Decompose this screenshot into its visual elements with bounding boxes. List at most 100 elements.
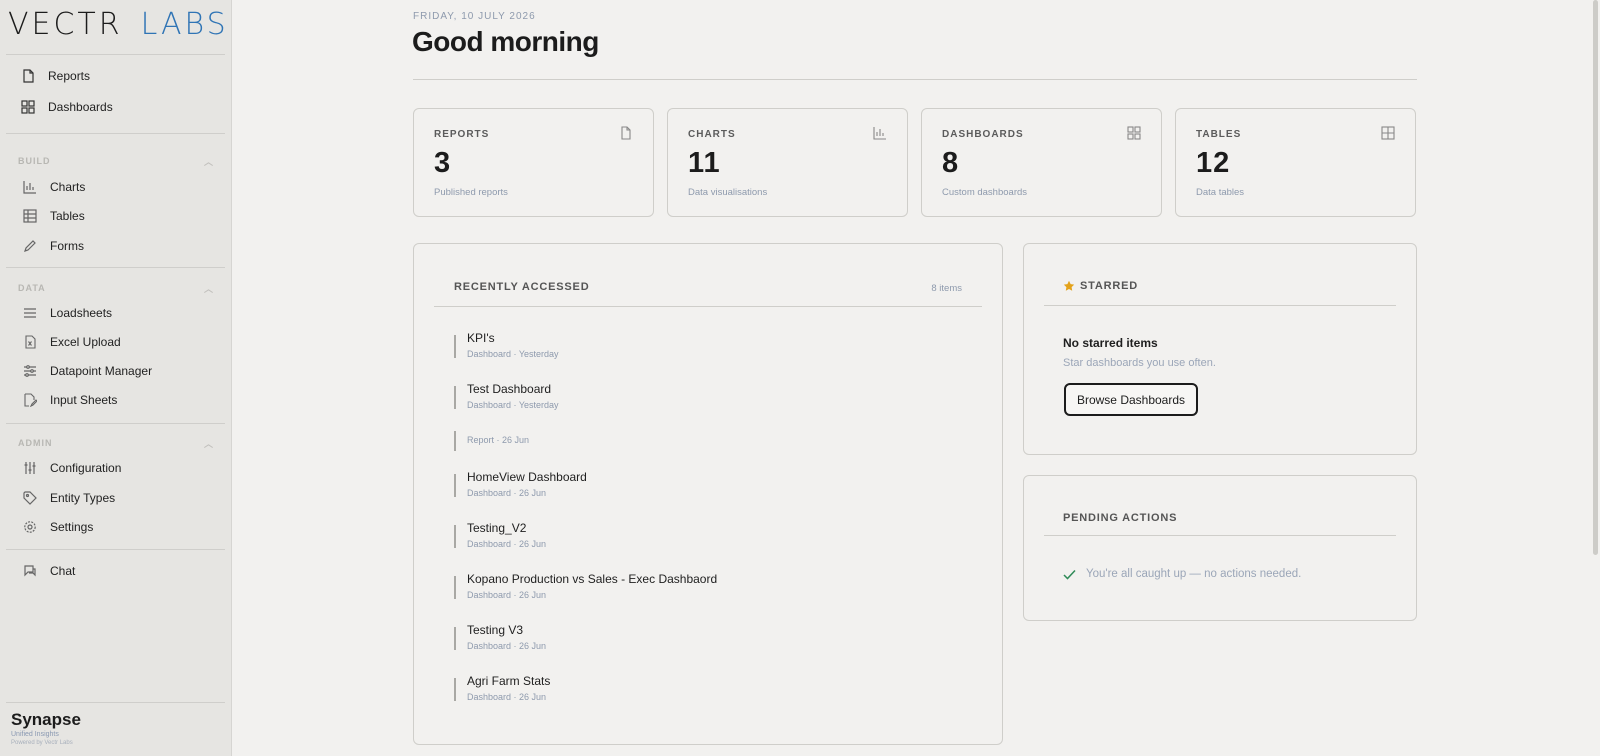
stat-label: TABLES [1196,129,1242,140]
vectr-labs-logo: VECTR LABS [8,6,229,42]
list-icon [22,305,38,321]
empty-state-subtitle: Star dashboards you use often. [1063,357,1216,369]
item-meta: Dashboard · Yesterday [467,400,559,410]
card-divider [1044,305,1396,306]
starred-card: STARRED No starred items Star dashboards… [1023,243,1417,455]
sidebar-item-label: Dashboards [48,100,113,114]
pencil-icon [22,238,38,254]
items-count: 8 items [931,283,962,294]
sidebar-item-label: Configuration [50,461,122,475]
chat-icon [22,563,38,579]
pending-status: You're all caught up — no actions needed… [1063,568,1301,580]
bar-chart-icon [22,179,38,195]
recently-accessed-card: RECENTLY ACCESSED 8 items KPI's Dashboar… [413,243,1003,745]
stat-value: 3 [434,147,452,179]
item-meta: Report · 26 Jun [467,435,530,445]
list-item[interactable]: KPI's Dashboard · Yesterday [454,331,974,359]
item-title: Agri Farm Stats [467,674,551,688]
document-icon [621,126,631,140]
stat-subtitle: Custom dashboards [942,187,1028,198]
stat-card-reports[interactable]: REPORTS 3 Published reports [413,108,654,217]
list-item[interactable]: Test Dashboard Dashboard · Yesterday [454,382,974,410]
list-item[interactable]: Testing_V2 Dashboard · 26 Jun [454,521,974,549]
item-meta: Dashboard · Yesterday [467,349,559,359]
stat-card-tables[interactable]: TABLES 12 Data tables [1175,108,1416,217]
sidebar-divider [6,133,225,134]
document-icon [20,68,36,84]
list-item[interactable]: Testing V3 Dashboard · 26 Jun [454,623,974,651]
page-scrollbar[interactable] [1593,0,1598,555]
chevron-up-icon: ︿ [203,156,214,167]
list-item[interactable]: Report · 26 Jun [454,431,974,451]
page-title: Good morning [412,26,599,57]
stat-card-dashboards[interactable]: DASHBOARDS 8 Custom dashboards [921,108,1162,217]
sidebar-item-label: Entity Types [50,491,116,505]
sidebar-item-entity-types[interactable]: Entity Types [6,485,225,511]
sidebar-item-label: Excel Upload [50,335,121,349]
gear-icon [22,519,38,535]
edit-file-icon [22,392,38,408]
list-item[interactable]: Kopano Production vs Sales - Exec Dashba… [454,572,974,600]
table-icon [22,208,38,224]
sidebar-item-reports[interactable]: Reports [6,63,225,89]
sidebar-item-label: Chat [50,564,76,578]
sidebar-item-dashboards[interactable]: Dashboards [6,94,225,120]
item-meta: Dashboard · 26 Jun [467,488,547,498]
section-header-admin[interactable]: ADMIN ︿ [18,436,214,450]
item-title: KPI's [467,331,495,345]
item-meta: Dashboard · 26 Jun [467,590,547,600]
item-title: Test Dashboard [467,382,552,396]
sidebar-divider [6,423,225,424]
section-header-build[interactable]: BUILD ︿ [18,154,214,168]
list-item[interactable]: Agri Farm Stats Dashboard · 26 Jun [454,674,974,702]
sidebar-item-label: Forms [50,239,84,253]
sidebar: VECTR LABS Reports Dashboards BUILD ︿ Char… [0,0,232,756]
stat-value: 8 [942,147,960,179]
sidebar-item-datapoint-manager[interactable]: Datapoint Manager [6,358,225,384]
stat-value: 11 [688,147,721,179]
item-title: Testing V3 [467,623,524,637]
sidebar-item-charts[interactable]: Charts [6,174,225,200]
sidebar-divider [6,267,225,268]
chevron-up-icon: ︿ [203,438,214,449]
tag-icon [22,490,38,506]
sidebar-item-label: Settings [50,520,94,534]
sidebar-item-label: Datapoint Manager [50,364,153,378]
sidebar-item-label: Loadsheets [50,306,113,320]
stat-subtitle: Published reports [434,187,508,198]
stat-card-charts[interactable]: CHARTS 11 Data visualisations [667,108,908,217]
app-name: Synapse [11,710,81,729]
card-title: STARRED [1063,280,1138,292]
sidebar-item-loadsheets[interactable]: Loadsheets [6,300,225,326]
browse-dashboards-button[interactable]: Browse Dashboards [1064,383,1198,416]
sidebar-divider [6,54,225,55]
empty-state-title: No starred items [1063,336,1158,350]
sidebar-item-input-sheets[interactable]: Input Sheets [6,387,225,413]
sidebar-item-forms[interactable]: Forms [6,233,225,259]
sidebar-item-label: Input Sheets [50,393,118,407]
chevron-up-icon: ︿ [203,283,214,294]
stat-label: REPORTS [434,129,490,140]
stat-subtitle: Data visualisations [688,187,768,198]
sidebar-item-chat[interactable]: Chat [6,558,225,584]
item-meta: Dashboard · 26 Jun [467,641,547,651]
check-icon [1063,569,1076,580]
list-item[interactable]: HomeView Dashboard Dashboard · 26 Jun [454,470,974,498]
sliders-icon [22,363,38,379]
config-sliders-icon [22,460,38,476]
pending-actions-card: PENDING ACTIONS You're all caught up — n… [1023,475,1417,621]
sidebar-divider [6,702,225,703]
item-meta: Dashboard · 26 Jun [467,692,547,702]
sidebar-item-configuration[interactable]: Configuration [6,455,225,481]
excel-file-icon [22,334,38,350]
section-header-data[interactable]: DATA ︿ [18,281,214,295]
sidebar-item-tables[interactable]: Tables [6,203,225,229]
bar-chart-icon [873,127,886,140]
card-title: PENDING ACTIONS [1063,512,1178,524]
app-tagline: Unified Insights [11,731,59,738]
grid-icon [20,99,36,115]
sidebar-item-excel-upload[interactable]: Excel Upload [6,329,225,355]
sidebar-item-settings[interactable]: Settings [6,514,225,540]
sidebar-item-label: Charts [50,180,86,194]
sidebar-item-label: Tables [50,209,85,223]
